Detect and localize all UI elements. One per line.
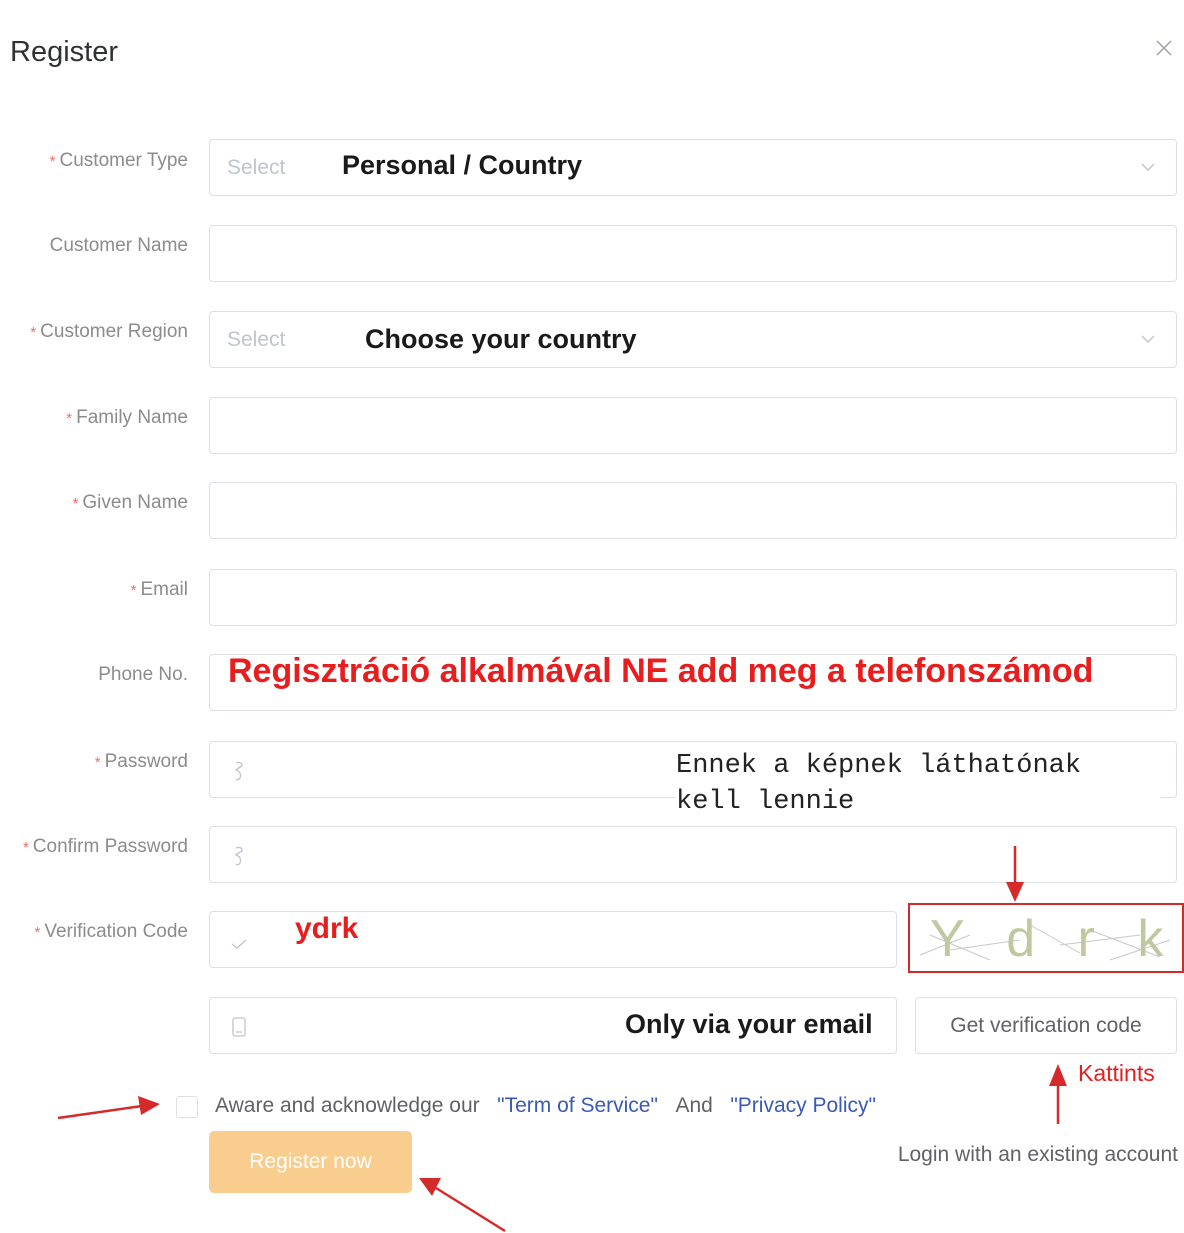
annotation-arrows — [57, 846, 1067, 1233]
